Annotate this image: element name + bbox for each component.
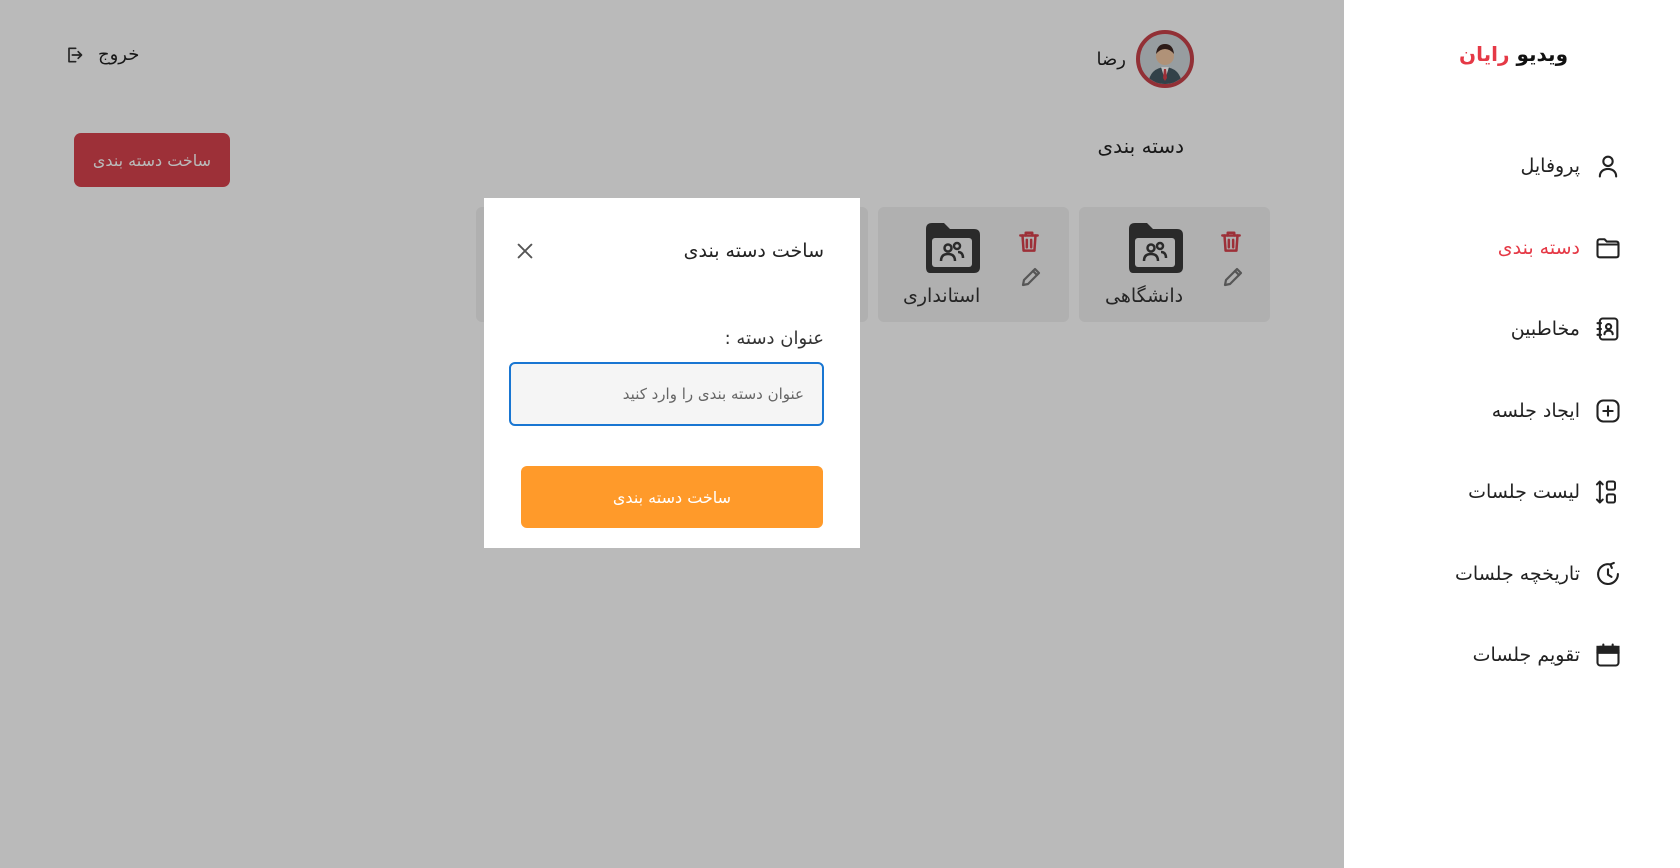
sidebar-item-label: مخاطبین: [1510, 318, 1580, 340]
app-logo[interactable]: ویدیو رایان: [1459, 42, 1568, 66]
contacts-book-icon: [1596, 317, 1619, 341]
calendar-icon: [1596, 643, 1620, 667]
folder-icon: [1596, 238, 1620, 259]
submit-create-category-button[interactable]: ساخت دسته بندی: [521, 466, 823, 528]
history-icon: [1597, 561, 1619, 586]
logo-text-accent: رایان: [1459, 42, 1510, 66]
sidebar-item-contacts[interactable]: مخاطبین: [1511, 315, 1622, 343]
close-icon[interactable]: [514, 240, 536, 262]
sidebar-item-meeting-history[interactable]: تاریخچه جلسات: [1455, 560, 1622, 588]
sidebar-item-label: لیست جلسات: [1468, 481, 1580, 503]
sidebar: ویدیو رایان پروفایل دسته بندی مخاطبین ای…: [1344, 0, 1680, 868]
sidebar-item-label: دسته بندی: [1497, 237, 1580, 259]
sidebar-item-profile[interactable]: پروفایل: [1521, 152, 1623, 180]
category-title-input[interactable]: [509, 362, 824, 426]
create-category-modal: ساخت دسته بندی عنوان دسته : ساخت دسته بن…: [484, 198, 860, 548]
user-icon: [1598, 155, 1618, 178]
sidebar-item-create-meeting[interactable]: ایجاد جلسه: [1492, 397, 1622, 425]
sort-list-icon: [1595, 480, 1616, 504]
category-title-label: عنوان دسته :: [724, 328, 824, 349]
sidebar-item-categories[interactable]: دسته بندی: [1498, 234, 1622, 262]
sidebar-item-label: تقویم جلسات: [1472, 644, 1580, 666]
sidebar-item-label: تاریخچه جلسات: [1455, 563, 1580, 585]
sidebar-item-meeting-list[interactable]: لیست جلسات: [1468, 478, 1622, 506]
plus-square-icon: [1596, 399, 1620, 423]
sidebar-item-label: ایجاد جلسه: [1491, 400, 1580, 422]
sidebar-item-label: پروفایل: [1520, 155, 1581, 177]
sidebar-item-meeting-calendar[interactable]: تقویم جلسات: [1473, 641, 1622, 669]
logo-text-primary: ویدیو: [1516, 42, 1568, 66]
modal-title: ساخت دسته بندی: [683, 240, 824, 262]
